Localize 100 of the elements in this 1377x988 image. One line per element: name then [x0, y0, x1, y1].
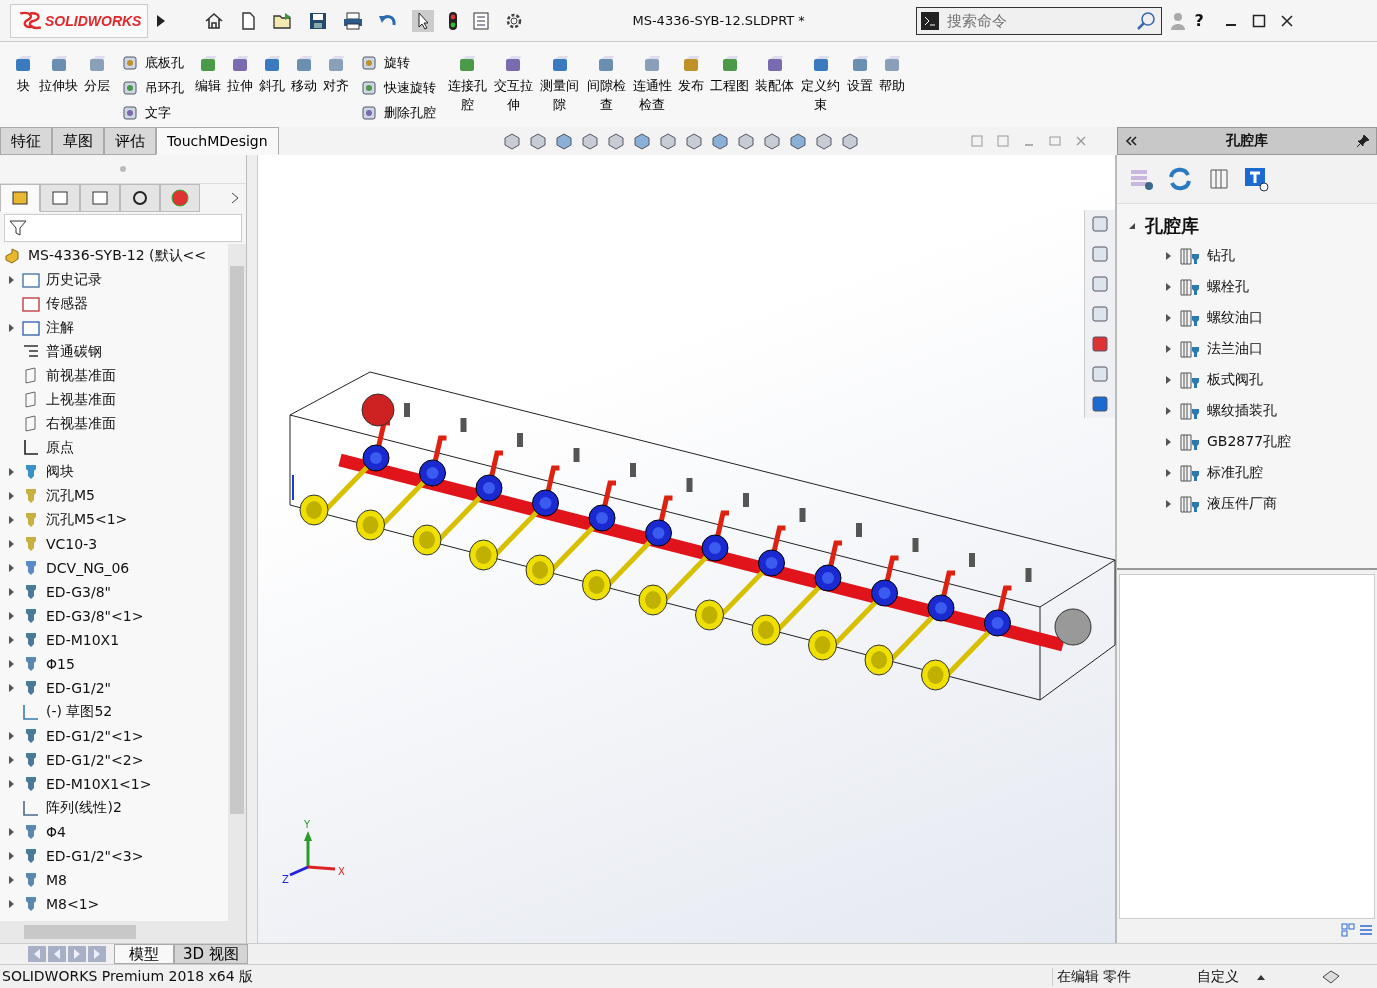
- ribbon-command-button[interactable]: 连通性检查: [631, 50, 674, 118]
- view-tool-icon[interactable]: [762, 131, 782, 151]
- expand-arrow-icon[interactable]: [8, 851, 16, 861]
- scrollbar-thumb[interactable]: [24, 925, 136, 939]
- expand-arrow-icon[interactable]: [1165, 405, 1173, 416]
- tree-item[interactable]: M8: [0, 868, 228, 892]
- tree-item[interactable]: ED-G1/2": [0, 676, 228, 700]
- expand-arrow-icon[interactable]: [8, 683, 16, 693]
- tree-item[interactable]: ED-G1/2"<3>: [0, 844, 228, 868]
- expand-arrow-icon[interactable]: [1165, 436, 1173, 447]
- tree-item[interactable]: 螺栓孔: [1127, 271, 1377, 302]
- collapse-icon[interactable]: [1124, 134, 1138, 148]
- tree-item[interactable]: 前视基准面: [0, 364, 228, 388]
- list-options-icon[interactable]: [472, 10, 491, 31]
- view-tool-icon[interactable]: [684, 131, 704, 151]
- tree-item[interactable]: ED-M10X1: [0, 628, 228, 652]
- refresh-icon[interactable]: [1167, 166, 1193, 192]
- pin-icon[interactable]: [1356, 134, 1370, 148]
- solidworks-logo[interactable]: SOLIDWORKS: [10, 3, 149, 38]
- expand-arrow-icon[interactable]: [8, 539, 16, 549]
- tree-item[interactable]: 传感器: [0, 292, 228, 316]
- panel-tab[interactable]: [120, 184, 160, 212]
- expand-arrow-icon[interactable]: [8, 275, 16, 285]
- expand-arrow-icon[interactable]: [8, 731, 16, 741]
- view-tool-icon[interactable]: [1090, 214, 1110, 234]
- expand-arrow-icon[interactable]: [8, 467, 16, 477]
- tree-item[interactable]: (-) 草图52: [0, 700, 228, 724]
- ribbon-command-button[interactable]: 编辑: [194, 50, 222, 99]
- view-tool-icon[interactable]: [840, 131, 860, 151]
- ribbon-command-button[interactable]: 帮助: [877, 50, 906, 99]
- view-tool-icon[interactable]: [658, 131, 678, 151]
- ribbon-command-button[interactable]: 底板孔: [121, 50, 184, 75]
- collapse-arrow-icon[interactable]: [1127, 221, 1137, 231]
- command-tab[interactable]: 特征: [0, 127, 52, 155]
- tree-item[interactable]: ED-G3/8"<1>: [0, 604, 228, 628]
- ribbon-command-button[interactable]: 发布: [677, 50, 706, 99]
- tree-item[interactable]: 沉孔M5<1>: [0, 508, 228, 532]
- save-icon[interactable]: [308, 10, 329, 31]
- view-tool-icon[interactable]: [736, 131, 756, 151]
- rebuild-icon[interactable]: [1321, 968, 1341, 985]
- expand-arrow-icon[interactable]: [1165, 467, 1173, 478]
- help-menu[interactable]: ?: [1194, 11, 1204, 30]
- ribbon-command-button[interactable]: 定义约束: [799, 50, 842, 118]
- expand-arrow-icon[interactable]: [1165, 343, 1173, 354]
- ribbon-command-button[interactable]: 连接孔腔: [446, 50, 489, 118]
- view-tool-icon[interactable]: [606, 131, 626, 151]
- graphics-viewport[interactable]: Y Z X: [258, 155, 1115, 943]
- expand-arrow-icon[interactable]: [8, 323, 16, 333]
- traffic-light-icon[interactable]: [448, 10, 459, 31]
- tree-item[interactable]: 钻孔: [1127, 240, 1377, 271]
- expand-arrow-icon[interactable]: [1165, 498, 1173, 509]
- tree-item[interactable]: 阀块: [0, 460, 228, 484]
- expand-arrow-icon[interactable]: [8, 587, 16, 597]
- expand-arrow-icon[interactable]: [8, 659, 16, 669]
- view-tool-icon[interactable]: [502, 131, 522, 151]
- expand-arrow-icon[interactable]: [8, 827, 16, 837]
- view-tool-icon[interactable]: [1090, 274, 1110, 294]
- view-tool-icon[interactable]: [1090, 304, 1110, 324]
- tree-item[interactable]: 法兰油口: [1127, 333, 1377, 364]
- ribbon-command-button[interactable]: 斜孔: [258, 50, 286, 99]
- expand-arrow-icon[interactable]: [156, 13, 167, 28]
- grid-view-icon[interactable]: [1341, 923, 1355, 937]
- view-tool-icon[interactable]: [1090, 364, 1110, 384]
- select-cursor-icon[interactable]: [412, 9, 435, 32]
- expand-arrow-icon[interactable]: [1165, 312, 1173, 323]
- tree-item[interactable]: 标准孔腔: [1127, 457, 1377, 488]
- ribbon-command-button[interactable]: 旋转: [360, 50, 436, 75]
- expand-arrow-icon[interactable]: [8, 875, 16, 885]
- print-icon[interactable]: [342, 10, 365, 31]
- tree-item[interactable]: 孔腔库: [1127, 212, 1377, 240]
- tree-item[interactable]: Φ4: [0, 820, 228, 844]
- ribbon-command-button[interactable]: 设置: [845, 50, 874, 99]
- tree-item[interactable]: 历史记录: [0, 268, 228, 292]
- expand-arrow-icon[interactable]: [8, 755, 16, 765]
- chevron-right-icon[interactable]: [230, 191, 240, 205]
- tree-item[interactable]: 螺纹插装孔: [1127, 395, 1377, 426]
- expand-arrow-icon[interactable]: [1165, 374, 1173, 385]
- ribbon-command-button[interactable]: 快速旋转: [360, 75, 436, 100]
- view-tool-icon[interactable]: [788, 131, 808, 151]
- tree-item[interactable]: GB2877孔腔: [1127, 426, 1377, 457]
- ribbon-command-button[interactable]: 交互拉伸: [492, 50, 535, 118]
- ribbon-command-button[interactable]: 测量间隙: [538, 50, 581, 118]
- command-tab[interactable]: 草图: [52, 127, 104, 155]
- caret-up-icon[interactable]: [1257, 973, 1265, 980]
- expand-arrow-icon[interactable]: [8, 899, 16, 909]
- expand-arrow-icon[interactable]: [8, 563, 16, 573]
- tree-item[interactable]: ED-M10X1<1>: [0, 772, 228, 796]
- tree-item[interactable]: ED-G1/2"<1>: [0, 724, 228, 748]
- tree-item[interactable]: 阵列(线性)2: [0, 796, 228, 820]
- view-tool-icon[interactable]: [1090, 244, 1110, 264]
- view-tool-icon[interactable]: [554, 131, 574, 151]
- ribbon-command-button[interactable]: 拉伸: [226, 50, 254, 99]
- ribbon-command-button[interactable]: 移动: [290, 50, 318, 99]
- sheet-tab[interactable]: 3D 视图: [174, 944, 248, 964]
- ribbon-command-button[interactable]: 删除孔腔: [360, 100, 436, 125]
- tree-item[interactable]: 板式阀孔: [1127, 364, 1377, 395]
- template-key-icon[interactable]: [1243, 166, 1269, 192]
- view-tool-icon[interactable]: [632, 131, 652, 151]
- tree-item[interactable]: M8<1>: [0, 892, 228, 916]
- tree-item[interactable]: Φ15: [0, 652, 228, 676]
